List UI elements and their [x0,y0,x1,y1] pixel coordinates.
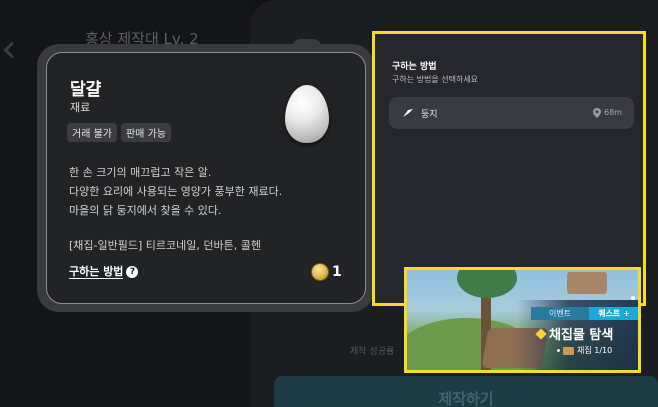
tag-sellable: 판매 가능 [120,123,171,142]
acquisition-subtitle: 구하는 방법을 선택하세요 [392,75,479,84]
scene-house [567,272,607,294]
help-icon: ? [126,266,139,278]
quest-banner[interactable]: 이벤트 퀘스트 + 채집물 탐색 채집 1/10 [404,267,641,373]
quest-button[interactable]: 퀘스트 + [589,307,638,320]
quest-title-row: 채집물 탐색 [535,324,614,343]
craft-button[interactable]: 제작하기 [274,376,658,407]
treasure-box-icon [563,346,574,355]
acquisition-option-distance: 68m [604,108,622,117]
craft-button-label: 제작하기 [438,390,494,407]
navigate-arrow-icon [403,109,413,117]
acquisition-title: 구하는 방법 [392,62,437,72]
description-line: 다양한 요리에 사용되는 영양가 풍부한 재료다. [69,185,283,198]
quest-progress: 채집 1/10 [577,346,613,355]
how-to-get-label: 구하는 방법 [69,265,124,279]
acquisition-option-label: 둥지 [421,110,438,120]
location-pin-icon [593,108,601,118]
acquisition-panel: 구하는 방법 구하는 방법을 선택하세요 둥지 68m [372,31,646,306]
item-sources: [채집-일반필드] 티르코네일, 던바튼, 콜헨 [69,239,261,252]
egg-icon [285,85,329,143]
quest-progress-row: 채집 1/10 [557,345,612,356]
sparkle-icon [631,296,635,300]
diamond-icon [535,327,547,340]
item-count-value: 1 [332,264,342,280]
scene-tree-leaves [457,270,517,298]
quest-title: 채집물 탐색 [549,328,614,343]
how-to-get-link[interactable]: 구하는 방법 ? [69,265,139,279]
item-count: 1 [311,263,342,281]
tag-untradable: 거래 불가 [67,123,117,142]
description-line: 마을의 닭 둥지에서 찾을 수 있다. [69,204,222,217]
description-line: 한 손 크기의 매끄럽고 작은 알. [69,166,212,179]
item-type: 재료 [70,101,91,114]
gold-coin-icon [311,263,329,281]
bullet-icon [557,349,560,352]
item-name: 달걀 [70,80,102,100]
event-label: 이벤트 [531,307,589,320]
item-tooltip-card: 달걀 재료 거래 불가 판매 가능 한 손 크기의 매끄럽고 작은 알. 다양한… [46,52,366,304]
item-tags: 거래 불가 판매 가능 [67,123,171,142]
success-rate-label: 제작 성공률 [350,347,395,357]
acquisition-option-nest[interactable]: 둥지 68m [389,97,634,129]
item-description: 한 손 크기의 매끄럽고 작은 알. 다양한 요리에 사용되는 영양가 풍부한 … [69,163,359,220]
